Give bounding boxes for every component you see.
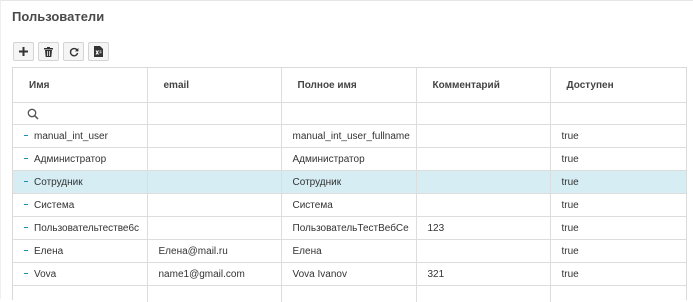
table-row[interactable]: Администратор Администратор true — [13, 148, 686, 171]
cell-comment[interactable]: 123 — [416, 217, 550, 240]
cell-enabled[interactable]: true — [550, 194, 686, 217]
cell-name[interactable]: Сотрудник — [13, 171, 147, 194]
cell-name[interactable]: Администратор — [13, 148, 147, 171]
filter-cell-full-name[interactable] — [281, 103, 416, 125]
toolbar — [13, 42, 109, 61]
page-title: Пользователи — [12, 9, 104, 24]
users-panel: Пользователи — [0, 0, 693, 299]
cell-comment[interactable] — [416, 194, 550, 217]
table-row[interactable]: ЕленаЕлена@mail.ruЕленаtrue — [13, 240, 686, 263]
cell-full-name[interactable]: Сотрудник — [281, 171, 416, 194]
delete-button[interactable] — [38, 42, 59, 61]
cell-full-name[interactable]: Елена — [281, 240, 416, 263]
plus-icon — [19, 47, 28, 56]
user-name: Елена — [34, 246, 63, 257]
tree-node-marker-icon — [24, 273, 28, 274]
filter-cell-email[interactable] — [147, 103, 281, 125]
column-header-name[interactable]: Имя — [13, 68, 147, 103]
users-grid: Имя email Полное имя Комментарий Доступе… — [12, 67, 687, 300]
cell-enabled[interactable]: true — [550, 217, 686, 240]
cell-comment[interactable]: 321 — [416, 263, 550, 286]
empty-cell — [13, 286, 147, 302]
filter-row — [13, 103, 686, 125]
cell-comment[interactable] — [416, 240, 550, 263]
cell-full-name[interactable]: ПользовательТестВебСе — [281, 217, 416, 240]
filter-cell-comment[interactable] — [416, 103, 550, 125]
cell-name[interactable]: Vova — [13, 263, 147, 286]
cell-email[interactable]: name1@gmail.com — [147, 263, 281, 286]
tree-node-marker-icon — [24, 204, 28, 205]
cell-email[interactable] — [147, 217, 281, 240]
user-name: Vova — [34, 269, 56, 280]
column-header-email[interactable]: email — [147, 68, 281, 103]
table-row[interactable]: manual_int_user manual_int_user_fullname t… — [13, 125, 686, 148]
filter-cell-enabled[interactable] — [550, 103, 686, 125]
cell-enabled[interactable]: true — [550, 171, 686, 194]
user-name: Пользовательтестве6с — [34, 223, 139, 234]
cell-enabled[interactable]: true — [550, 263, 686, 286]
user-name: manual_int_user — [34, 131, 108, 142]
table-row[interactable]: Сотрудник Сотрудник true — [13, 171, 686, 194]
cell-name[interactable]: Пользовательтестве6с — [13, 217, 147, 240]
empty-cell — [550, 286, 686, 302]
cell-email[interactable] — [147, 194, 281, 217]
refresh-button[interactable] — [63, 42, 84, 61]
cell-name[interactable]: Система — [13, 194, 147, 217]
cell-email[interactable]: Елена@mail.ru — [147, 240, 281, 263]
excel-export-icon — [94, 46, 103, 57]
column-header-full-name[interactable]: Полное имя — [281, 68, 416, 103]
export-excel-button[interactable] — [88, 42, 109, 61]
cell-full-name[interactable]: Система — [281, 194, 416, 217]
cell-enabled[interactable]: true — [550, 125, 686, 148]
table-row[interactable]: Пользовательтестве6с ПользовательТестВебС… — [13, 217, 686, 240]
cell-comment[interactable] — [416, 125, 550, 148]
cell-comment[interactable] — [416, 171, 550, 194]
refresh-icon — [69, 47, 79, 57]
empty-cell — [416, 286, 550, 302]
user-name: Сотрудник — [34, 177, 83, 188]
column-header-enabled[interactable]: Доступен — [550, 68, 686, 103]
tree-node-marker-icon — [24, 158, 28, 159]
table-row[interactable]: Система Система true — [13, 194, 686, 217]
cell-enabled[interactable]: true — [550, 240, 686, 263]
cell-full-name[interactable]: Администратор — [281, 148, 416, 171]
filter-cell-name[interactable] — [13, 103, 147, 125]
cell-enabled[interactable]: true — [550, 148, 686, 171]
table-row[interactable]: Vova name1@gmail.comVova Ivanov321true — [13, 263, 686, 286]
trash-icon — [44, 47, 53, 57]
cell-name[interactable]: Елена — [13, 240, 147, 263]
empty-cell — [281, 286, 416, 302]
tree-node-marker-icon — [24, 135, 28, 136]
tree-node-marker-icon — [24, 227, 28, 228]
tree-node-marker-icon — [24, 250, 28, 251]
cell-full-name[interactable]: manual_int_user_fullname — [281, 125, 416, 148]
cell-full-name[interactable]: Vova Ivanov — [281, 263, 416, 286]
user-name: Система — [34, 200, 74, 211]
empty-cell — [147, 286, 281, 302]
cell-comment[interactable] — [416, 148, 550, 171]
tree-node-marker-icon — [24, 181, 28, 182]
cell-email[interactable] — [147, 125, 281, 148]
cell-email[interactable] — [147, 171, 281, 194]
column-header-comment[interactable]: Комментарий — [416, 68, 550, 103]
grid-header-row: Имя email Полное имя Комментарий Доступе… — [13, 68, 686, 103]
user-name: Администратор — [34, 154, 106, 165]
cell-email[interactable] — [147, 148, 281, 171]
add-button[interactable] — [13, 42, 34, 61]
search-icon[interactable] — [27, 108, 39, 120]
cell-name[interactable]: manual_int_user — [13, 125, 147, 148]
table-row-empty — [13, 286, 686, 302]
